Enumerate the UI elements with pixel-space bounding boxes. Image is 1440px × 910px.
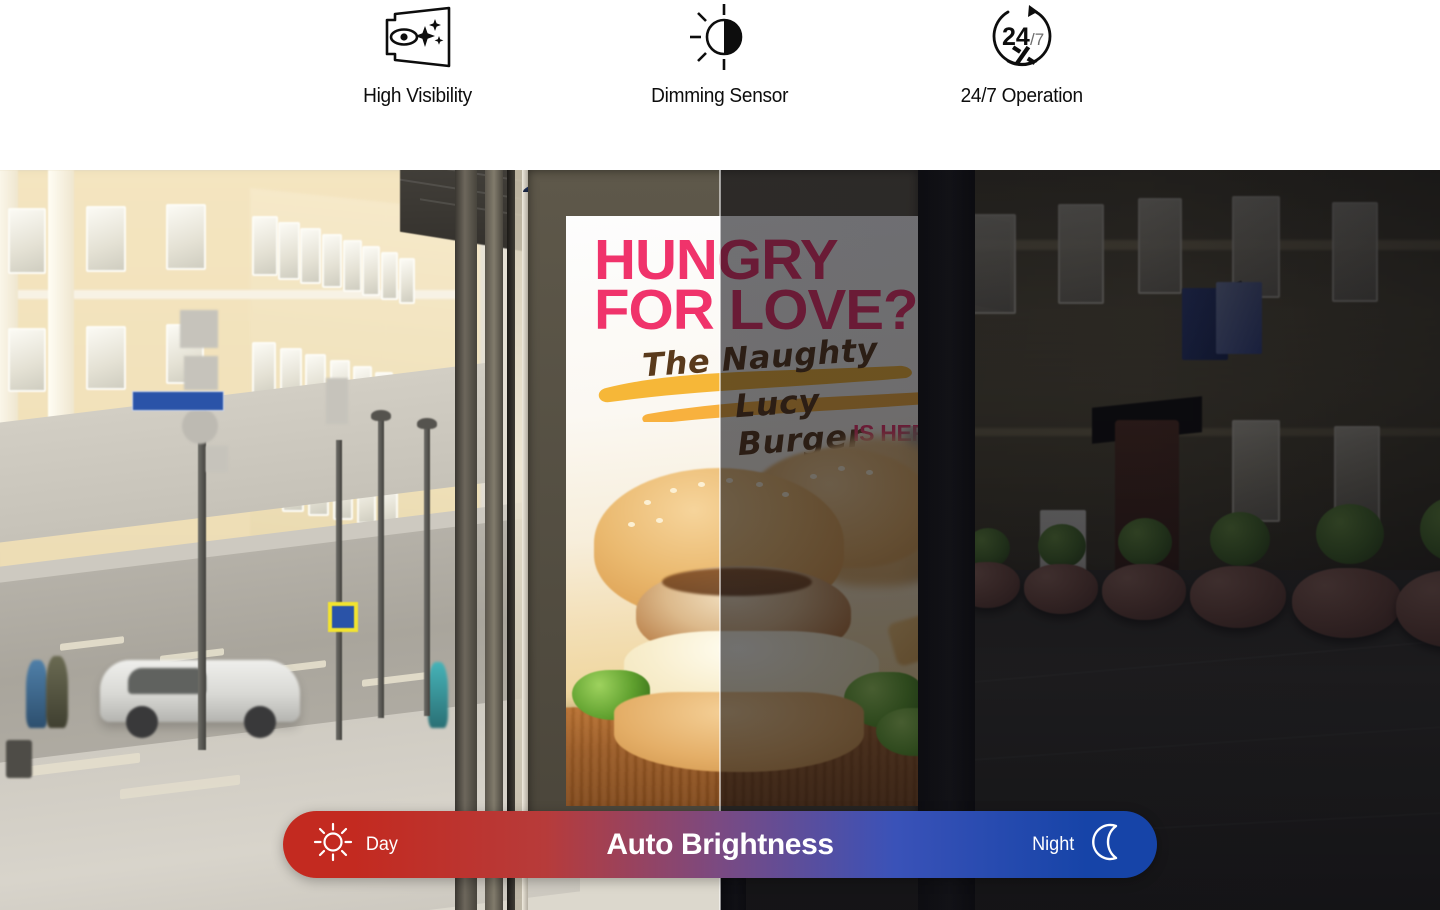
- sesame-seed: [698, 482, 705, 487]
- product-feature-banner: High Visibility Dimming Sensor: [0, 0, 1440, 910]
- sesame-seed: [756, 482, 763, 487]
- sesame-seed: [628, 522, 635, 527]
- feature-24-7-operation: 24 /7 24/7 Operation: [927, 4, 1117, 108]
- day-window: [278, 222, 300, 280]
- day-lamppost: [378, 418, 384, 718]
- burger-advertisement-poster: HUNGRY FOR LOVE? The Naughty Lucy Burger: [566, 216, 933, 806]
- day-window: [8, 328, 46, 392]
- day-car-wheel: [244, 706, 276, 738]
- pedestrian-crossing-sign: [328, 602, 358, 632]
- burger-bun-bottom: [614, 692, 864, 772]
- auto-brightness-day-group: Day: [313, 822, 399, 867]
- sesame-seed: [838, 466, 845, 471]
- sesame-seed: [782, 492, 789, 497]
- kiosk-body: HUNGRY FOR LOVE? The Naughty Lucy Burger: [503, 170, 933, 910]
- feature-label: High Visibility: [364, 84, 473, 108]
- kiosk-right-edge: [918, 170, 975, 910]
- sesame-seed: [656, 518, 663, 523]
- day-lamp-head: [417, 418, 437, 429]
- day-car-wheel: [126, 706, 158, 738]
- day-window: [399, 258, 415, 304]
- feature-dimming-sensor: Dimming Sensor: [625, 4, 815, 108]
- day-label: Day: [366, 834, 398, 856]
- auto-brightness-night-group: Night: [1031, 822, 1127, 867]
- day-window: [381, 252, 398, 300]
- night-planter: [1190, 566, 1286, 628]
- day-sign-plate: [206, 446, 228, 472]
- kiosk-frame-pillar: [455, 170, 477, 910]
- eye-visibility-icon: [377, 4, 459, 70]
- kiosk-frame-pillar: [485, 170, 503, 910]
- day-window: [343, 240, 362, 292]
- dimming-sensor-icon: [686, 4, 754, 70]
- night-shrub: [1038, 524, 1086, 568]
- sesame-seed: [670, 488, 677, 493]
- day-pedestrian: [46, 656, 68, 728]
- day-signpost: [336, 440, 342, 740]
- sesame-seed: [644, 500, 651, 505]
- auto-brightness-title: Auto Brightness: [283, 828, 1157, 862]
- day-round-sign: [182, 408, 218, 444]
- feature-label: 24/7 Operation: [961, 84, 1083, 108]
- poster-headline: HUNGRY FOR LOVE?: [594, 234, 933, 337]
- day-pedestrian: [26, 660, 48, 728]
- feature-label: Dimming Sensor: [651, 84, 788, 108]
- night-planter: [1102, 564, 1186, 620]
- day-window: [8, 208, 46, 274]
- night-shrub: [1210, 512, 1270, 566]
- auto-brightness-bar[interactable]: Day Auto Brightness Night: [283, 811, 1157, 878]
- day-sign-plate: [180, 310, 218, 348]
- day-street-name-sign: [132, 391, 224, 411]
- night-shrub: [1118, 518, 1172, 566]
- sesame-seed: [726, 478, 733, 483]
- sesame-seed: [866, 470, 873, 475]
- street-scene: HUNGRY FOR LOVE? The Naughty Lucy Burger: [0, 170, 1440, 910]
- night-planter: [1024, 564, 1098, 614]
- day-window: [166, 204, 206, 270]
- burger-photo: [566, 426, 933, 806]
- day-window: [252, 216, 278, 276]
- day-lamp-head: [371, 410, 391, 421]
- day-sign-plate: [184, 356, 218, 390]
- day-lamppost: [424, 426, 430, 716]
- 24-7-operation-icon: 24 /7: [986, 4, 1058, 70]
- day-window: [86, 206, 126, 272]
- digital-signage-kiosk: HUNGRY FOR LOVE? The Naughty Lucy Burger: [455, 170, 975, 910]
- sun-icon: [313, 822, 353, 867]
- burger-grill-marks: [662, 568, 812, 596]
- sesame-seed: [810, 474, 817, 479]
- moon-icon: [1089, 822, 1127, 867]
- night-label: Night: [1032, 834, 1074, 856]
- night-planter: [1292, 568, 1402, 638]
- kiosk-display-screen[interactable]: HUNGRY FOR LOVE? The Naughty Lucy Burger: [566, 216, 933, 806]
- day-window: [322, 234, 342, 288]
- day-signpost: [198, 410, 206, 750]
- night-shrub: [1316, 504, 1384, 564]
- day-sign-plate: [326, 378, 348, 424]
- svg-text:/7: /7: [1030, 30, 1044, 49]
- day-car-window: [128, 668, 206, 694]
- feature-high-visibility: High Visibility: [323, 4, 513, 108]
- day-pedestrian: [428, 662, 448, 728]
- feature-strip: High Visibility Dimming Sensor: [0, 0, 1440, 170]
- day-window: [300, 228, 321, 284]
- day-window: [86, 326, 126, 390]
- day-trash-bin: [6, 740, 32, 778]
- day-window: [362, 246, 380, 296]
